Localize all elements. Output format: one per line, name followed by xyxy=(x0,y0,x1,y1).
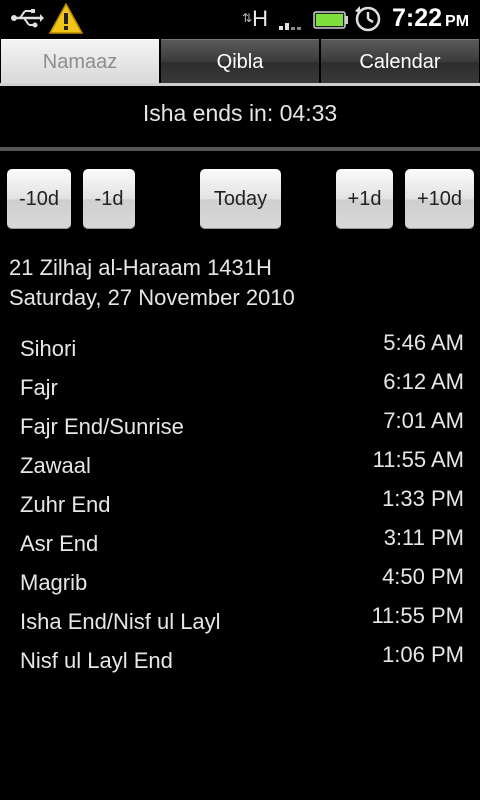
battery-icon xyxy=(313,11,349,34)
tab-underline xyxy=(0,83,480,86)
prayer-time: 4:50 PM xyxy=(382,564,464,589)
prayer-name: Zuhr End xyxy=(20,492,111,517)
prayer-row-sihori: Sihori 5:46 AM xyxy=(0,330,480,369)
prayer-name: Fajr End/Sunrise xyxy=(20,414,184,439)
app-screen: ⇅H 7:22 PM Namaaz Qibla Calendar Isha en… xyxy=(0,0,480,800)
gregorian-date: Saturday, 27 November 2010 xyxy=(9,285,295,310)
tab-qibla[interactable]: Qibla xyxy=(161,39,319,84)
prayer-row-zawaal: Zawaal 11:55 AM xyxy=(0,447,480,486)
prayer-name: Fajr xyxy=(20,375,58,400)
prayer-name: Sihori xyxy=(20,336,77,361)
prayer-name: Nisf ul Layl End xyxy=(20,648,173,673)
warning-icon xyxy=(48,2,84,41)
prayer-row-nisf-ul-layl-end: Nisf ul Layl End 1:06 PM xyxy=(0,642,480,681)
prayer-time: 6:12 AM xyxy=(383,369,464,394)
status-bar: ⇅H 7:22 PM xyxy=(0,0,480,38)
prayer-time: 11:55 PM xyxy=(371,603,464,628)
prayer-row-magrib: Magrib 4:50 PM xyxy=(0,564,480,603)
prayer-row-zuhr-end: Zuhr End 1:33 PM xyxy=(0,486,480,525)
signal-icon xyxy=(278,12,306,35)
prayer-name: Asr End xyxy=(20,531,99,556)
prayer-time: 5:46 AM xyxy=(383,330,464,355)
countdown-text: Isha ends in: 04:33 xyxy=(142,100,338,126)
tab-calendar[interactable]: Calendar xyxy=(321,39,479,84)
tab-namaaz[interactable]: Namaaz xyxy=(1,39,159,84)
prayer-row-isha-end: Isha End/Nisf ul Layl 11:55 PM xyxy=(0,603,480,642)
prayer-time: 7:01 AM xyxy=(383,408,464,433)
prayer-name: Zawaal xyxy=(20,453,91,478)
hijri-date: 21 Zilhaj al-Haraam 1431H xyxy=(9,255,272,280)
minus-10-days-button[interactable]: -10d xyxy=(7,169,71,229)
plus-10-days-button[interactable]: +10d xyxy=(405,169,474,229)
prayer-row-fajr: Fajr 6:12 AM xyxy=(0,369,480,408)
status-clock: 7:22 PM xyxy=(392,4,470,32)
today-button[interactable]: Today xyxy=(200,169,281,229)
prayer-row-asr-end: Asr End 3:11 PM xyxy=(0,525,480,564)
plus-1-day-button[interactable]: +1d xyxy=(336,169,393,229)
divider xyxy=(0,147,480,151)
network-type-indicator: ⇅H xyxy=(242,6,268,31)
minus-1-day-button[interactable]: -1d xyxy=(83,169,135,229)
prayer-time: 1:06 PM xyxy=(382,642,464,667)
alarm-icon xyxy=(354,5,382,38)
prayer-row-fajr-end-sunrise: Fajr End/Sunrise 7:01 AM xyxy=(0,408,480,447)
tab-bar: Namaaz Qibla Calendar xyxy=(0,38,480,84)
prayer-time: 3:11 PM xyxy=(383,525,464,550)
prayer-name: Magrib xyxy=(20,570,88,595)
prayer-time: 11:55 AM xyxy=(372,447,464,472)
usb-icon xyxy=(10,8,44,33)
prayer-name: Isha End/Nisf ul Layl xyxy=(20,609,221,634)
prayer-time: 1:33 PM xyxy=(382,486,464,511)
